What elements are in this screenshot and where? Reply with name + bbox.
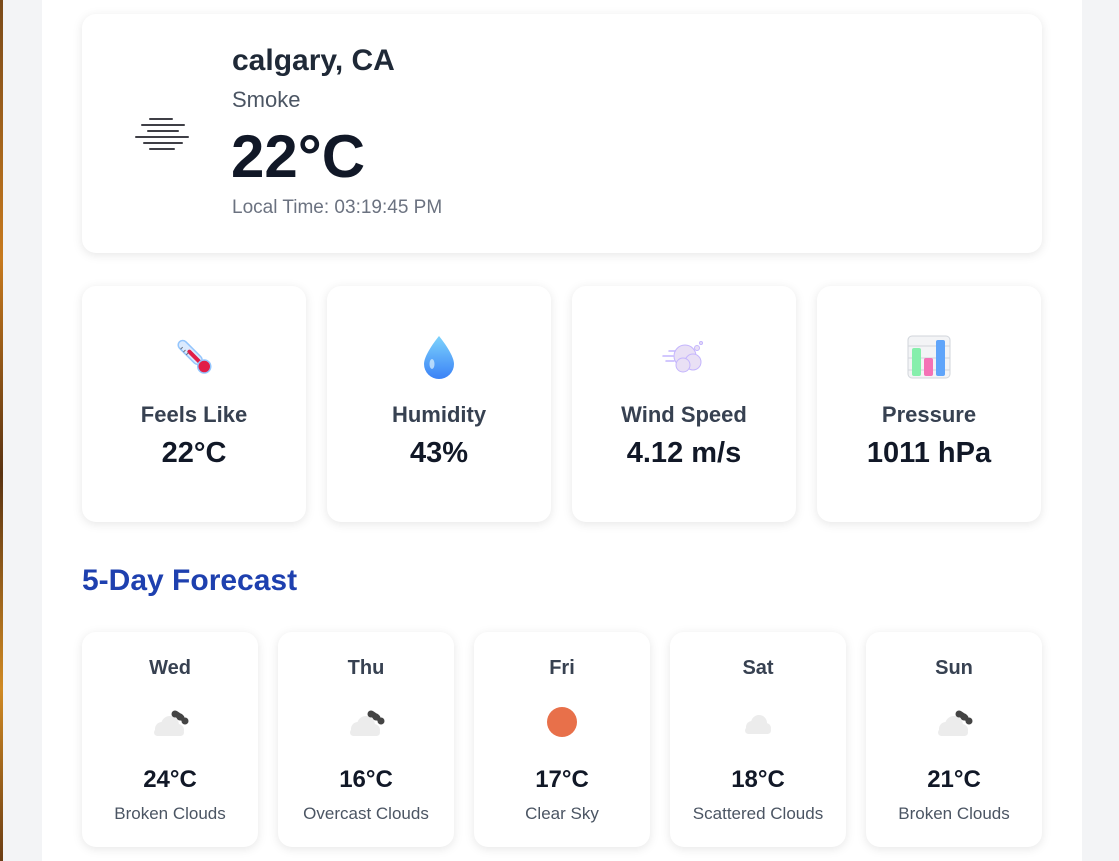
overcast-clouds-icon xyxy=(350,710,385,736)
stat-label: Feels Like xyxy=(140,402,248,427)
broken-clouds-icon xyxy=(154,710,189,736)
stat-card-feels-like: Feels Like 22°C xyxy=(82,286,306,522)
clear-sky-sun-icon xyxy=(547,707,577,737)
current-weather-card xyxy=(82,14,1042,253)
forecast-day-card: Fri 17°C Clear Sky xyxy=(474,632,650,847)
forecast-day-name: Fri xyxy=(549,657,575,679)
stat-value: 43% xyxy=(409,437,469,469)
forecast-day-name: Wed xyxy=(149,657,191,679)
stat-value: 1011 hPa xyxy=(866,437,992,469)
forecast-day-card: Wed 24°C Broken Clouds xyxy=(82,632,258,847)
forecast-day-card: Thu 16°C Overcast Clouds xyxy=(278,632,454,847)
stat-card-pressure: Pressure 1011 hPa xyxy=(817,286,1041,522)
city-name: calgary, CA xyxy=(232,44,395,77)
local-time: Local Time: 03:19:45 PM xyxy=(232,197,443,218)
stat-label: Humidity xyxy=(391,402,487,427)
stat-value: 4.12 m/s xyxy=(626,437,742,469)
forecast-day-name: Sun xyxy=(935,657,973,679)
droplet-icon xyxy=(424,336,454,379)
forecast-temperature: 17°C xyxy=(535,766,589,793)
broken-clouds-icon xyxy=(938,710,973,736)
forecast-temperature: 16°C xyxy=(339,766,393,793)
stat-label: Wind Speed xyxy=(621,402,747,427)
scattered-clouds-icon xyxy=(745,715,771,734)
forecast-description: Broken Clouds xyxy=(114,804,226,823)
forecast-description: Clear Sky xyxy=(525,804,599,823)
forecast-description: Overcast Clouds xyxy=(303,804,429,823)
weather-condition: Smoke xyxy=(232,87,301,112)
stat-value: 22°C xyxy=(161,437,227,469)
bar-chart-icon xyxy=(907,335,951,379)
forecast-description: Scattered Clouds xyxy=(692,804,824,823)
forecast-day-card: Sun 21°C Broken Clouds xyxy=(866,632,1042,847)
forecast-title: 5-Day Forecast xyxy=(82,564,298,597)
current-temperature: 22°C xyxy=(231,123,366,190)
wind-icon xyxy=(662,341,703,373)
forecast-day-name: Sat xyxy=(742,657,774,679)
smoke-haze-icon xyxy=(135,118,189,150)
forecast-day-name: Thu xyxy=(347,657,385,679)
forecast-temperature: 18°C xyxy=(731,766,785,793)
forecast-temperature: 21°C xyxy=(927,766,981,793)
forecast-description: Broken Clouds xyxy=(898,804,1010,823)
background-strip xyxy=(0,0,3,861)
stat-label: Pressure xyxy=(881,402,977,427)
forecast-day-card: Sat 18°C Scattered Clouds xyxy=(670,632,846,847)
stat-card-humidity: Humidity 43% xyxy=(327,286,551,522)
stat-card-wind-speed: Wind Speed 4.12 m/s xyxy=(572,286,796,522)
forecast-temperature: 24°C xyxy=(143,766,197,793)
thermometer-icon xyxy=(177,339,212,374)
